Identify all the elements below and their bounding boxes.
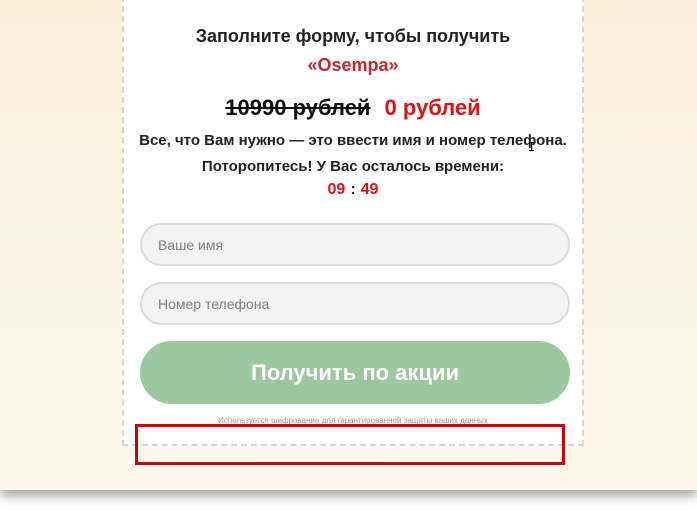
form-description: Все, что Вам нужно — это ввести имя и но…: [139, 132, 567, 149]
text-cursor-icon: I: [528, 140, 536, 154]
form-title: Заполните форму, чтобы получить: [195, 26, 511, 46]
product-name: «Osempa»: [307, 55, 399, 75]
timer-seconds: 49: [360, 181, 379, 198]
highlight-box: [135, 424, 565, 465]
order-form-card: Заполните форму, чтобы получить «Osempa»…: [122, 0, 584, 446]
old-price: 10990 рублей: [225, 95, 371, 120]
timer-separator: :: [350, 181, 356, 198]
countdown-timer: 09:49: [124, 181, 582, 199]
hurry-text: Поторопитесь! У Вас осталось времени:: [201, 158, 505, 175]
phone-input[interactable]: [140, 282, 570, 325]
timer-minutes: 09: [327, 181, 346, 198]
price-row: 10990 рублей 0 рублей: [124, 95, 582, 121]
name-input[interactable]: [140, 223, 570, 266]
new-price: 0 рублей: [384, 95, 481, 120]
security-note: Используется шифрование для гарантирован…: [218, 416, 488, 424]
submit-button[interactable]: Получить по акции: [140, 341, 570, 404]
